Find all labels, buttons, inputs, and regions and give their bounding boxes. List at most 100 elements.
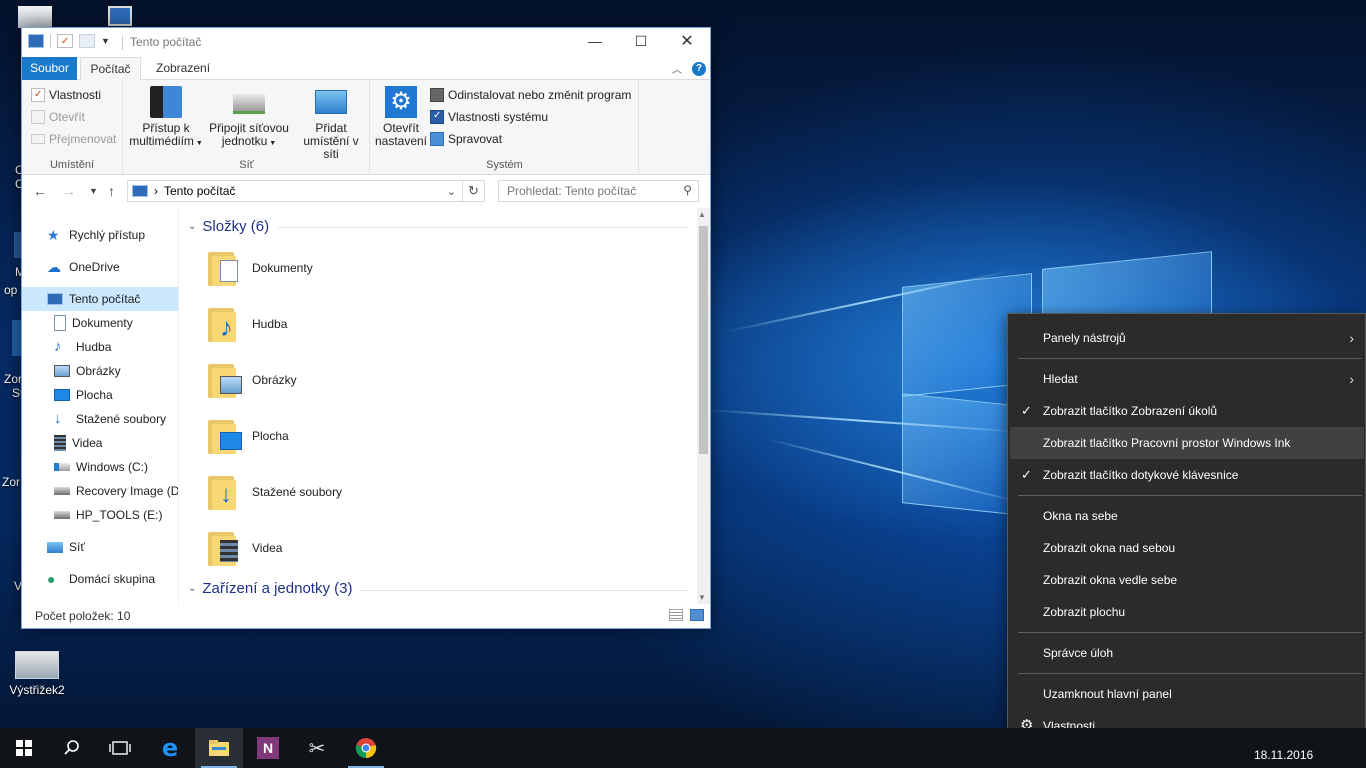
nav-item-desktop[interactable]: Plocha <box>22 383 178 407</box>
rename-button[interactable]: Přejmenovat <box>31 129 116 149</box>
up-arrow-icon[interactable]: ↑ <box>108 183 115 199</box>
navigation-pane[interactable]: ★ Rychlý přístup ☁ OneDrive Tento počíta… <box>22 208 179 604</box>
download-icon: ↓ <box>54 410 62 427</box>
search-input[interactable]: Prohledat: Tento počítač ⚲ <box>498 180 699 202</box>
menu-separator <box>1018 495 1362 496</box>
file-explorer-button[interactable] <box>195 728 243 768</box>
nav-item-videos[interactable]: Videa <box>22 431 178 455</box>
folder-desktop[interactable]: Plocha <box>206 411 289 461</box>
menu-item-lock-taskbar[interactable]: Uzamknout hlavní panel <box>1010 678 1364 710</box>
maximize-button[interactable]: ☐ <box>618 28 664 57</box>
onenote-button[interactable]: N <box>244 728 292 768</box>
title-bar[interactable]: ✓ ▼ Tento počítač — ☐ ✕ <box>22 28 710 57</box>
chevron-down-icon[interactable]: ▼ <box>101 36 110 46</box>
taskbar[interactable]: e N ✂ 18.11.2016 <box>0 728 1366 768</box>
pictures-icon <box>220 376 242 394</box>
file-explorer-window[interactable]: ✓ ▼ Tento počítač — ☐ ✕ Soubor Počítač Z… <box>21 27 711 629</box>
open-settings-button[interactable]: ⚙ Otevřít nastavení <box>373 86 429 148</box>
menu-item-side-by-side[interactable]: Zobrazit okna vedle sebe <box>1010 564 1364 596</box>
desktop-icon-snip[interactable]: Výstřižek2 <box>5 651 69 697</box>
address-dropdown-icon[interactable]: ⌄ <box>447 185 456 198</box>
folder-documents[interactable]: Dokumenty <box>206 243 313 293</box>
nav-item-drive-c[interactable]: Windows (C:) <box>22 455 178 479</box>
minimize-button[interactable]: — <box>572 28 618 57</box>
add-network-location-button[interactable]: Přidat umístění v síti <box>294 86 368 161</box>
scrollbar-thumb[interactable] <box>699 226 708 454</box>
folders-group-header[interactable]: ⌄ Složky (6) <box>188 218 269 235</box>
properties-button[interactable]: ✓ Vlastnosti <box>31 85 101 105</box>
tab-computer[interactable]: Počítač <box>80 57 141 81</box>
content-area[interactable]: ⌄ Složky (6) Dokumenty ♪ Hudba Obrázky P… <box>180 208 697 604</box>
computer-desktop-icon[interactable] <box>108 6 132 26</box>
map-network-drive-button[interactable]: Připojit síťovou jednotku ▼ <box>204 86 294 150</box>
refresh-button[interactable]: ↻ <box>463 180 485 202</box>
nav-item-pictures[interactable]: Obrázky <box>22 359 178 383</box>
clock-date[interactable]: 18.11.2016 <box>1254 748 1313 762</box>
search-button[interactable] <box>48 728 96 768</box>
menu-item-show-desktop[interactable]: Zobrazit plochu <box>1010 596 1364 628</box>
quick-access-toolbar: ✓ ▼ <box>28 34 110 48</box>
manage-button[interactable]: Spravovat <box>430 129 502 149</box>
chevron-up-icon[interactable]: ︿ <box>672 61 682 76</box>
folder-videos[interactable]: Videa <box>206 523 282 573</box>
recycle-bin-icon[interactable] <box>18 6 52 28</box>
menu-item-show-task-view[interactable]: ✓ Zobrazit tlačítko Zobrazení úkolů <box>1010 395 1364 427</box>
task-view-button[interactable] <box>96 728 144 768</box>
network-icon <box>47 541 63 553</box>
menu-item-stacked[interactable]: Zobrazit okna nad sebou <box>1010 532 1364 564</box>
nav-item-this-pc[interactable]: Tento počítač <box>22 287 178 311</box>
snipping-tool-button[interactable]: ✂ <box>293 728 341 768</box>
nav-item-network[interactable]: Síť <box>22 535 178 559</box>
open-label: Otevřít <box>49 110 86 124</box>
details-view-icon[interactable] <box>669 609 683 621</box>
nav-item-homegroup[interactable]: ● Domácí skupina <box>22 567 178 591</box>
folder-pictures[interactable]: Obrázky <box>206 355 297 405</box>
computer-icon <box>28 34 44 48</box>
menu-item-cascade[interactable]: Okna na sebe <box>1010 500 1364 532</box>
large-icons-view-icon[interactable] <box>690 609 704 621</box>
computer-icon <box>132 185 148 197</box>
menu-item-show-windows-ink[interactable]: Zobrazit tlačítko Pracovní prostor Windo… <box>1010 427 1364 459</box>
open-button[interactable]: Otevřít <box>31 107 85 127</box>
close-button[interactable]: ✕ <box>664 28 710 57</box>
forward-arrow-icon[interactable]: → <box>62 183 76 199</box>
menu-item-show-touch-keyboard[interactable]: ✓ Zobrazit tlačítko dotykové klávesnice <box>1010 459 1364 491</box>
tab-file[interactable]: Soubor <box>22 57 77 80</box>
chrome-button[interactable] <box>342 728 390 768</box>
properties-label: Vlastnosti <box>49 88 102 102</box>
access-media-button[interactable]: Přístup k multimédiím ▼ <box>128 86 204 150</box>
start-button[interactable] <box>0 728 48 768</box>
nav-item-onedrive[interactable]: ☁ OneDrive <box>22 255 178 279</box>
nav-item-quick-access[interactable]: ★ Rychlý přístup <box>22 223 178 247</box>
scroll-down-arrow-icon[interactable]: ▼ <box>698 593 706 602</box>
nav-item-documents[interactable]: Dokumenty <box>22 311 178 335</box>
uninstall-program-button[interactable]: Odinstalovat nebo změnit program <box>430 85 631 105</box>
tab-view[interactable]: Zobrazení <box>146 57 220 80</box>
rename-icon <box>31 134 45 144</box>
nav-item-downloads[interactable]: ↓ Stažené soubory <box>22 407 178 431</box>
nav-item-drive-e[interactable]: HP_TOOLS (E:) <box>22 503 178 527</box>
menu-item-toolbars[interactable]: Panely nástrojů › <box>1010 322 1364 354</box>
system-properties-button[interactable]: ✓ Vlastnosti systému <box>430 107 548 127</box>
nav-item-drive-d[interactable]: Recovery Image (D: <box>22 479 178 503</box>
menu-item-label: Zobrazit tlačítko Pracovní prostor Windo… <box>1043 436 1291 450</box>
back-arrow-icon[interactable]: ← <box>33 183 47 199</box>
address-bar[interactable]: › Tento počítač ⌄ <box>127 180 463 202</box>
devices-group-header[interactable]: ⌄ Zařízení a jednotky (3) <box>188 580 352 597</box>
menu-item-task-manager[interactable]: Správce úloh <box>1010 637 1364 669</box>
recent-locations-chevron-icon[interactable]: ▼ <box>89 186 98 196</box>
scroll-up-arrow-icon[interactable]: ▲ <box>698 210 706 219</box>
folder-downloads[interactable]: ↓ Stažené soubory <box>206 467 342 517</box>
nav-item-music[interactable]: ♪ Hudba <box>22 335 178 359</box>
help-icon[interactable]: ? <box>692 61 706 76</box>
vertical-scrollbar[interactable]: ▲ ▼ <box>697 208 710 604</box>
breadcrumb-chevron-icon[interactable]: › <box>154 184 158 198</box>
folder-music[interactable]: ♪ Hudba <box>206 299 287 349</box>
breadcrumb[interactable]: Tento počítač <box>164 184 235 198</box>
taskbar-context-menu: Panely nástrojů › Hledat › ✓ Zobrazit tl… <box>1007 313 1366 749</box>
new-folder-icon[interactable] <box>79 34 95 48</box>
menu-item-search[interactable]: Hledat › <box>1010 363 1364 395</box>
document-icon <box>220 260 238 282</box>
properties-icon[interactable]: ✓ <box>57 34 73 48</box>
edge-button[interactable]: e <box>146 728 194 768</box>
